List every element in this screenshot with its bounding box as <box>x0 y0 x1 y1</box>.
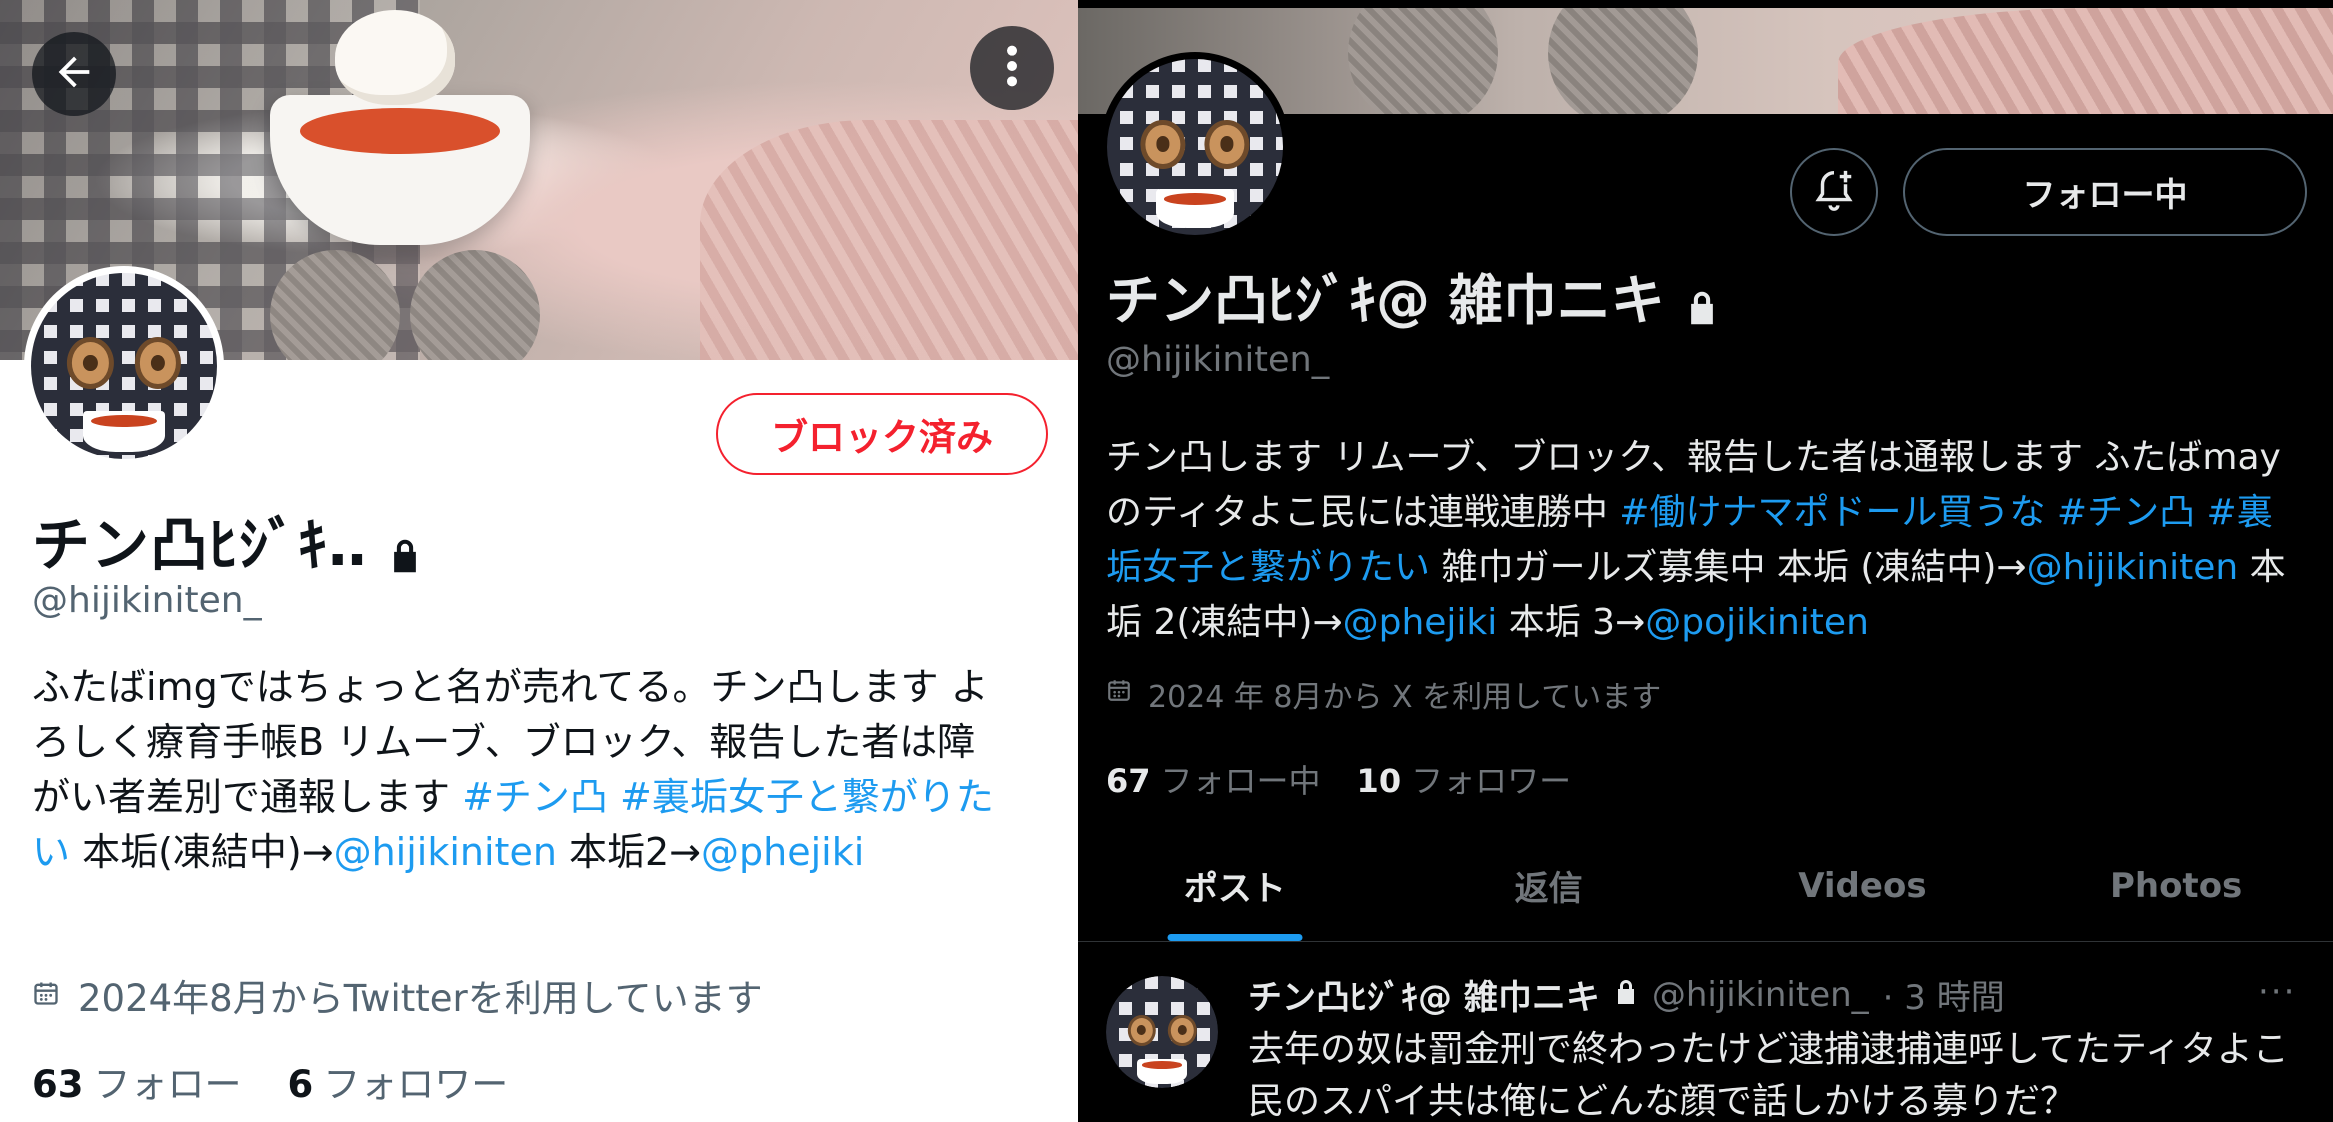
profile-bio: ふたばimgではちょっと名が売れてる。チン凸します よろしく療育手帳B リムーブ… <box>32 665 994 874</box>
following-button[interactable]: フォロー中 <box>1903 148 2307 236</box>
mention-link[interactable]: @phejiki <box>1343 602 1498 643</box>
post-header: チン凸ﾋｼﾞｷ@ 雑巾ニキ @hijikiniten_ · 3 時間 <box>1248 970 2005 1019</box>
joined-date: 2024年8月からTwitterを利用しています <box>32 968 763 1022</box>
following-link[interactable]: 67 フォロー中 <box>1106 756 1321 802</box>
avatar[interactable] <box>1100 52 1290 242</box>
post-timestamp[interactable]: · 3 時間 <box>1883 970 2005 1019</box>
mention-link[interactable]: @hijikiniten <box>2027 547 2239 588</box>
tab-videos[interactable]: Videos <box>1706 830 2020 941</box>
profile-panel-dark: フォロー中 チン凸ﾋｼﾞｷ@ 雑巾ニキ @hijikiniten_ チン凸します… <box>1078 0 2333 1122</box>
avatar[interactable] <box>1106 976 1218 1088</box>
profile-tabs: ポスト 返信 Videos Photos <box>1078 830 2333 942</box>
more-vertical-icon <box>992 43 1032 93</box>
lock-icon <box>1614 975 1638 1015</box>
profile-handle: @hijikiniten_ <box>1106 340 1330 380</box>
profile-name: チン凸ﾋｼﾞｷ‥ <box>32 498 422 582</box>
followers-link[interactable]: 10 フォロワー <box>1357 756 1572 802</box>
calendar-icon <box>1106 676 1132 712</box>
mention-link[interactable]: @pojikiniten <box>1645 602 1869 643</box>
calendar-icon <box>32 974 60 1017</box>
avatar[interactable] <box>24 266 224 466</box>
display-name: チン凸ﾋｼﾞｷ@ 雑巾ニキ <box>1106 269 1665 332</box>
post-more-button[interactable]: ··· <box>2258 972 2296 1012</box>
notifications-button[interactable] <box>1790 148 1878 236</box>
hashtag-link[interactable]: #チン凸 <box>462 775 608 819</box>
arrow-left-icon <box>51 49 97 99</box>
mention-link[interactable]: @hijikiniten <box>334 830 557 874</box>
post-item[interactable]: チン凸ﾋｼﾞｷ@ 雑巾ニキ @hijikiniten_ · 3 時間 ··· 去… <box>1078 942 2333 1122</box>
lock-icon <box>1685 277 1719 324</box>
more-options-button[interactable] <box>970 26 1054 110</box>
lock-icon <box>388 521 422 573</box>
follow-stats: 67 フォロー中 10 フォロワー <box>1106 756 1571 802</box>
follow-stats: 63 フォロー 6 フォロワー <box>32 1054 508 1108</box>
post-text: 去年の奴は罰金刑で終わったけど逮捕逮捕連呼してたティタよこ民のスパイ共は俺にどん… <box>1248 1029 2289 1122</box>
mention-link[interactable]: @phejiki <box>701 830 864 874</box>
hashtag-link[interactable]: #チン凸 <box>2057 492 2195 533</box>
post-author-name[interactable]: チン凸ﾋｼﾞｷ@ 雑巾ニキ <box>1248 970 1600 1019</box>
following-link[interactable]: 63 フォロー <box>32 1054 242 1108</box>
tab-photos[interactable]: Photos <box>2019 830 2333 941</box>
back-button[interactable] <box>32 32 116 116</box>
followers-link[interactable]: 6 フォロワー <box>288 1054 509 1108</box>
profile-bio: チン凸します リムーブ、ブロック、報告した者は通報します ふたばmayのティタよ… <box>1106 437 2286 643</box>
profile-handle: @hijikiniten_ <box>32 580 262 621</box>
bell-plus-icon <box>1811 167 1857 217</box>
blocked-profile-panel: ブロック済み チン凸ﾋｼﾞｷ‥ @hijikiniten_ ふたばimgではちょ… <box>0 0 1078 1122</box>
tab-replies[interactable]: 返信 <box>1392 830 1706 941</box>
hashtag-link[interactable]: #働けナマポドール買うな <box>1619 492 2045 533</box>
profile-name: チン凸ﾋｼﾞｷ@ 雑巾ニキ <box>1106 256 1719 335</box>
display-name: チン凸ﾋｼﾞｷ‥ <box>32 511 368 579</box>
tab-posts[interactable]: ポスト <box>1078 830 1392 941</box>
post-author-handle[interactable]: @hijikiniten_ <box>1652 975 1869 1015</box>
blocked-button[interactable]: ブロック済み <box>716 393 1048 475</box>
joined-date: 2024 年 8月から X を利用しています <box>1106 672 1661 716</box>
